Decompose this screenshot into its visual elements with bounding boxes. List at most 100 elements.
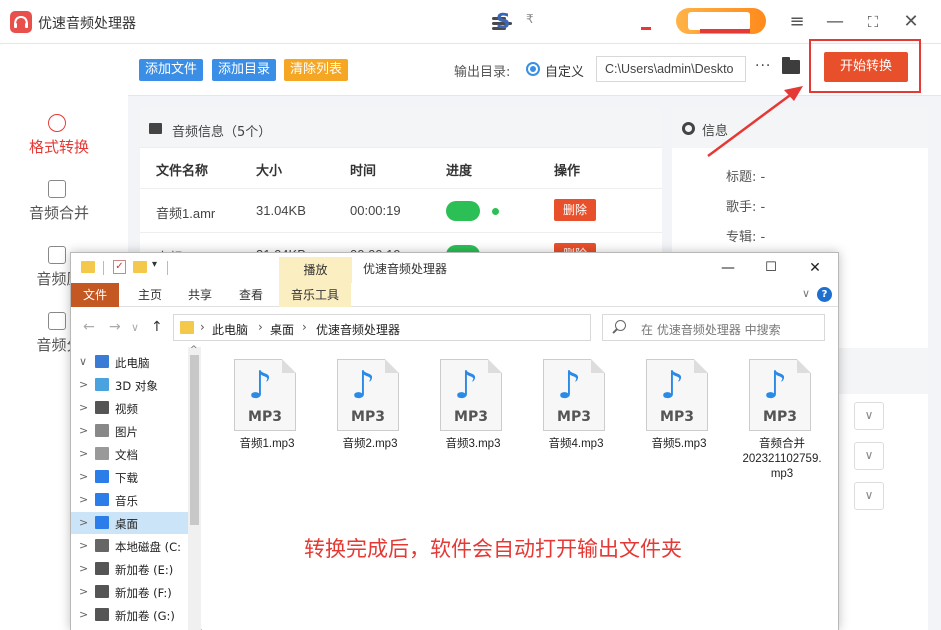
dropdown-chevron-icon[interactable]: ∨ bbox=[854, 402, 884, 430]
tree-chevron-icon[interactable]: ∨ bbox=[79, 355, 87, 368]
tree-chevron-icon[interactable]: > bbox=[79, 493, 88, 506]
delete-button[interactable]: 删除 bbox=[554, 199, 596, 221]
tree-chevron-icon[interactable]: > bbox=[79, 401, 88, 414]
breadcrumb-desktop[interactable]: 桌面 bbox=[270, 321, 294, 338]
promo-badge[interactable] bbox=[676, 8, 766, 34]
maximize-icon[interactable]: ⛶ bbox=[861, 10, 885, 34]
table-row[interactable]: 音频1.amr 31.04KB 00:00:19 删除 bbox=[140, 188, 662, 232]
tree-folder-icon bbox=[95, 516, 109, 529]
tree-folder-icon bbox=[95, 447, 109, 460]
tab-share[interactable]: 共享 bbox=[176, 283, 224, 307]
tree-item[interactable]: > 本地磁盘 (C: bbox=[71, 535, 199, 557]
tree-chevron-icon[interactable]: > bbox=[79, 424, 88, 437]
maximize-icon[interactable]: ☐ bbox=[751, 256, 791, 280]
up-arrow-icon[interactable]: ↑ bbox=[151, 319, 163, 335]
play-context-tab[interactable]: 播放 bbox=[279, 257, 352, 283]
tree-item[interactable]: >3D 对象 bbox=[71, 374, 199, 396]
file-item[interactable]: ♪ MP3 音频1.mp3 bbox=[222, 359, 312, 452]
tab-home[interactable]: 主页 bbox=[126, 283, 174, 307]
dropdown-chevron-icon[interactable]: ∨ bbox=[854, 482, 884, 510]
tab-file[interactable]: 文件 bbox=[71, 283, 120, 307]
add-directory-button[interactable]: 添加目录 bbox=[212, 59, 277, 81]
tree-item-label: 新加卷 (E:) bbox=[115, 563, 174, 577]
tree-item[interactable]: > 新加卷 (F:) bbox=[71, 581, 199, 603]
file-item[interactable]: ♪ MP3 音频5.mp3 bbox=[634, 359, 724, 452]
tab-music-tools[interactable]: 音乐工具 bbox=[279, 283, 352, 307]
custom-radio[interactable] bbox=[526, 62, 540, 76]
tree-chevron-icon[interactable]: > bbox=[79, 470, 88, 483]
new-folder-icon[interactable] bbox=[133, 261, 147, 273]
tree-folder-icon bbox=[95, 401, 109, 414]
tree-item[interactable]: > 新加卷 (E:) bbox=[71, 558, 199, 580]
info-artist-field: 歌手: - bbox=[726, 200, 766, 215]
tree-item[interactable]: > 文档 bbox=[71, 443, 199, 465]
sidebar-item-audio-merge[interactable]: 音频合并 bbox=[0, 180, 128, 240]
col-header-size: 大小 bbox=[256, 164, 283, 179]
scroll-up-icon[interactable]: ^ bbox=[190, 345, 198, 355]
tree-chevron-icon[interactable]: > bbox=[79, 378, 88, 391]
file-item[interactable]: ♪ MP3 音频合并 202321102759. mp3 bbox=[737, 359, 827, 482]
address-bar[interactable]: › 此电脑 › 桌面 › 优速音频处理器 ∨ ↻ bbox=[173, 314, 686, 341]
tab-view[interactable]: 查看 bbox=[227, 283, 275, 307]
tree-item-label: 下载 bbox=[115, 471, 138, 485]
open-folder-icon[interactable] bbox=[782, 57, 800, 74]
mp3-file-icon: ♪ MP3 bbox=[646, 359, 712, 433]
file-time-cell: 00:00:19 bbox=[350, 203, 401, 218]
file-item[interactable]: ♪ MP3 音频4.mp3 bbox=[531, 359, 621, 452]
tree-item-label: 文档 bbox=[115, 448, 138, 462]
dropdown-chevron-icon[interactable]: ∨ bbox=[854, 442, 884, 470]
more-options-button[interactable]: ··· bbox=[755, 58, 771, 74]
close-icon[interactable]: ✕ bbox=[795, 256, 835, 280]
properties-icon[interactable]: ✓ bbox=[113, 260, 126, 274]
tree-item-label: 桌面 bbox=[115, 517, 138, 531]
custom-radio-label[interactable]: 自定义 bbox=[545, 61, 584, 80]
tree-item[interactable]: > 音乐 bbox=[71, 489, 199, 511]
tree-folder-icon bbox=[95, 355, 109, 368]
notification-mark bbox=[641, 27, 651, 30]
tree-item[interactable]: ∨ 此电脑 bbox=[71, 351, 199, 373]
clear-list-button[interactable]: 清除列表 bbox=[284, 59, 349, 81]
breadcrumb-this-pc[interactable]: 此电脑 bbox=[212, 321, 248, 338]
sidebar-item-format-convert[interactable]: 格式转换 bbox=[0, 114, 128, 174]
tree-item[interactable]: > 桌面 bbox=[71, 512, 199, 534]
scroll-thumb[interactable] bbox=[190, 355, 199, 525]
menu-icon[interactable]: ≡ bbox=[785, 10, 809, 34]
output-dir-label: 输出目录: bbox=[454, 65, 511, 80]
tree-chevron-icon[interactable]: > bbox=[79, 516, 88, 529]
output-path-field[interactable]: C:\Users\admin\Deskto bbox=[596, 56, 746, 82]
minimize-icon[interactable]: — bbox=[708, 256, 748, 280]
ribbon-expand-icon[interactable]: ∨ bbox=[802, 287, 810, 300]
start-convert-button[interactable]: 开始转换 bbox=[824, 52, 908, 82]
mp3-file-icon: ♪ MP3 bbox=[337, 359, 403, 433]
recent-dropdown-icon[interactable]: ∨ bbox=[131, 321, 139, 334]
breadcrumb-folder[interactable]: 优速音频处理器 bbox=[316, 321, 400, 338]
progress-toggle[interactable] bbox=[446, 201, 480, 221]
tree-folder-icon bbox=[95, 470, 109, 483]
tree-item[interactable]: > 新加卷 (G:) bbox=[71, 604, 199, 626]
file-extension-label: MP3 bbox=[660, 409, 694, 425]
tree-item[interactable]: > 下载 bbox=[71, 466, 199, 488]
tree-chevron-icon[interactable]: > bbox=[79, 585, 88, 598]
forward-arrow-icon[interactable]: → bbox=[109, 319, 121, 335]
tree-chevron-icon[interactable]: > bbox=[79, 447, 88, 460]
file-item[interactable]: ♪ MP3 音频3.mp3 bbox=[428, 359, 518, 452]
tree-chevron-icon[interactable]: > bbox=[79, 539, 88, 552]
quick-access-dropdown-icon[interactable]: ▾ bbox=[152, 259, 157, 270]
file-name-label: 音频合并 202321102759. mp3 bbox=[742, 438, 822, 480]
search-input[interactable]: 在 优速音频处理器 中搜索 bbox=[602, 314, 825, 341]
add-file-button[interactable]: 添加文件 bbox=[139, 59, 204, 81]
tree-item[interactable]: > 图片 bbox=[71, 420, 199, 442]
close-icon[interactable]: ✕ bbox=[899, 10, 923, 34]
file-item[interactable]: ♪ MP3 音频2.mp3 bbox=[325, 359, 415, 452]
tree-chevron-icon[interactable]: > bbox=[79, 608, 88, 621]
nav-scrollbar[interactable]: ^ bbox=[188, 345, 201, 630]
tree-chevron-icon[interactable]: > bbox=[79, 562, 88, 575]
tree-item[interactable]: > 视频 bbox=[71, 397, 199, 419]
explorer-title: 优速音频处理器 bbox=[363, 262, 448, 276]
help-icon[interactable]: ? bbox=[817, 287, 832, 302]
ribbon-tabs: 文件 主页 共享 查看 音乐工具 ∨ ? bbox=[71, 283, 838, 307]
tree-item-label: 视频 bbox=[115, 402, 138, 416]
minimize-icon[interactable]: — bbox=[823, 10, 847, 34]
brand-dot: ₹ bbox=[526, 12, 534, 26]
back-arrow-icon[interactable]: ← bbox=[83, 319, 95, 335]
